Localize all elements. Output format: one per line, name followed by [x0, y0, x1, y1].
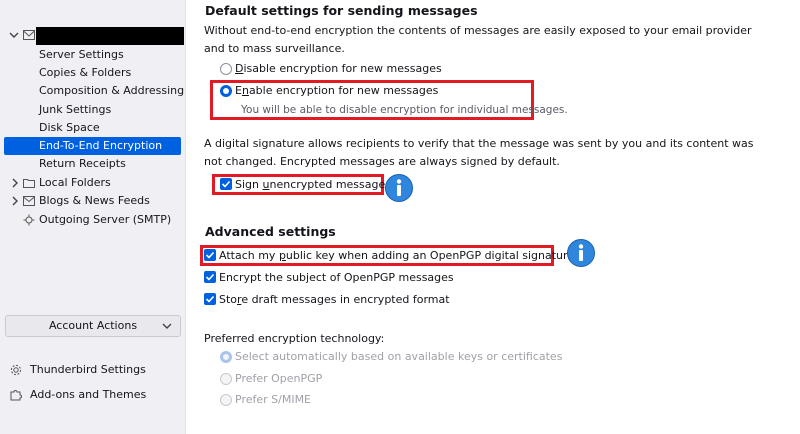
- info-icon: [385, 174, 413, 202]
- preferred-technology-label: Preferred encryption technology:: [204, 332, 385, 345]
- chevron-down-icon[interactable]: [9, 30, 19, 40]
- encrypt-subject-label[interactable]: Encrypt the subject of OpenPGP messages: [219, 271, 454, 284]
- attach-public-key-label[interactable]: Attach my public key when adding an Open…: [219, 249, 574, 262]
- sidebar-item-disk-space[interactable]: Disk Space: [4, 119, 181, 137]
- tech-openpgp-radio[interactable]: [220, 373, 232, 385]
- enable-encryption-radio[interactable]: [220, 85, 232, 97]
- sidebar-item-label: Local Folders: [39, 176, 111, 189]
- thunderbird-settings-label: Thunderbird Settings: [30, 363, 146, 376]
- puzzle-icon: [10, 390, 22, 401]
- disable-encryption-radio[interactable]: [220, 63, 232, 75]
- signature-desc-line1: A digital signature allows recipients to…: [204, 137, 754, 150]
- advanced-settings-heading: Advanced settings: [205, 224, 336, 239]
- default-settings-desc-line1: Without end-to-end encryption the conten…: [204, 24, 752, 37]
- sidebar-item-return-receipts[interactable]: Return Receipts: [4, 155, 181, 173]
- disable-encryption-label[interactable]: Disable encryption for new messages: [235, 62, 442, 75]
- account-row[interactable]: [0, 27, 186, 45]
- folder-icon: [23, 179, 35, 188]
- encrypt-drafts-label[interactable]: Store draft messages in encrypted format: [219, 293, 450, 306]
- e2e-settings-panel: Default settings for sending messages Wi…: [187, 0, 800, 434]
- tech-auto-label[interactable]: Select automatically based on available …: [235, 350, 562, 363]
- chevron-down-icon: [162, 323, 172, 329]
- addons-themes-link[interactable]: Add-ons and Themes: [0, 386, 186, 404]
- default-settings-desc-line2: and to mass surveillance.: [204, 42, 345, 55]
- encrypt-drafts-checkbox[interactable]: [204, 293, 216, 305]
- redacted-account-name: [36, 27, 184, 45]
- sidebar-item-composition[interactable]: Composition & Addressing: [4, 82, 184, 100]
- tech-smime-label[interactable]: Prefer S/MIME: [235, 393, 311, 406]
- tech-openpgp-label[interactable]: Prefer OpenPGP: [235, 372, 322, 385]
- account-actions-button[interactable]: Account Actions: [5, 315, 181, 337]
- account-actions-label: Account Actions: [48, 319, 138, 332]
- tech-smime-radio[interactable]: [220, 394, 232, 406]
- chevron-right-icon[interactable]: [10, 178, 20, 188]
- sign-unencrypted-label[interactable]: Sign unencrypted messages: [235, 178, 391, 191]
- attach-public-key-checkbox[interactable]: [204, 249, 216, 261]
- sidebar-item-junk[interactable]: Junk Settings: [4, 101, 181, 119]
- enable-encryption-hint: You will be able to disable encryption f…: [241, 104, 568, 116]
- default-settings-heading: Default settings for sending messages: [205, 3, 478, 18]
- sidebar-item-e2e-encryption[interactable]: End-To-End Encryption: [4, 137, 181, 155]
- enable-encryption-label[interactable]: Enable encryption for new messages: [235, 84, 438, 97]
- sidebar-item-label: Blogs & News Feeds: [39, 194, 150, 207]
- account-sidebar: Server Settings Copies & Folders Composi…: [0, 0, 186, 434]
- mail-account-icon: [23, 30, 35, 40]
- encrypt-subject-checkbox[interactable]: [204, 271, 216, 283]
- sidebar-item-server-settings[interactable]: Server Settings: [4, 46, 181, 64]
- sidebar-item-blogs-feeds[interactable]: Blogs & News Feeds: [0, 192, 186, 210]
- server-icon: [23, 214, 35, 226]
- thunderbird-settings-link[interactable]: Thunderbird Settings: [0, 361, 186, 379]
- signature-desc-line2: not changed. Encrypted messages are alwa…: [204, 155, 560, 168]
- tech-auto-radio[interactable]: [220, 351, 232, 363]
- info-icon: [567, 239, 595, 267]
- sidebar-item-label: Outgoing Server (SMTP): [39, 213, 172, 226]
- gear-icon: [10, 364, 22, 376]
- sidebar-item-copies-folders[interactable]: Copies & Folders: [4, 64, 181, 82]
- feed-icon: [23, 196, 35, 206]
- addons-themes-label: Add-ons and Themes: [30, 388, 147, 401]
- sidebar-item-outgoing-server[interactable]: Outgoing Server (SMTP): [0, 211, 186, 229]
- sign-unencrypted-checkbox[interactable]: [220, 178, 232, 190]
- sidebar-item-local-folders[interactable]: Local Folders: [0, 174, 186, 192]
- chevron-right-icon[interactable]: [10, 196, 20, 206]
